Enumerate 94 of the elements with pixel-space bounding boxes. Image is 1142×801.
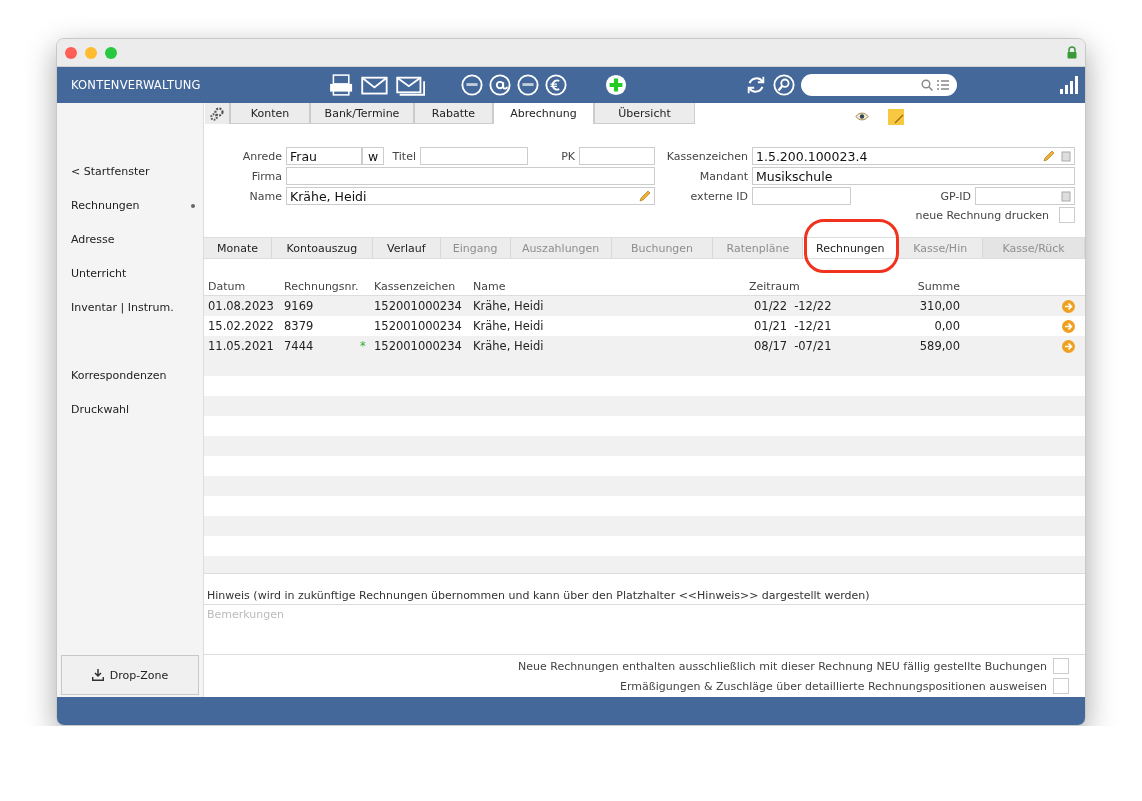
tab[interactable]: Übersicht [594,103,695,124]
column-header: Name [473,279,507,293]
field-label: Anrede [241,149,283,163]
field-label: Titel [391,149,417,163]
list-icon[interactable] [937,80,950,90]
sidebar-item[interactable]: Rechnungen [57,193,203,227]
input-field[interactable]: w [362,147,384,165]
table-cell: -12/21 [794,319,832,333]
tab[interactable]: Bank/Termine [310,103,414,124]
input-field[interactable]: Frau [286,147,362,165]
pencil-icon [639,190,651,202]
checkbox[interactable] [1059,207,1075,223]
tab[interactable]: Abrechnung [493,103,594,124]
gears-icon[interactable] [210,106,224,121]
printer-icon[interactable] [329,74,354,96]
table-cell-text: 152001000234 [374,339,463,353]
sidebar-item[interactable]: Adresse [57,227,203,261]
option-label: Neue Rechnungen enthalten ausschließlich mit dieser Rechnung NEU fällig gestellte Buchungen [518,659,1047,673]
tab[interactable]: Rabatte [414,103,493,124]
table-cell-text: 0,00 [933,319,960,333]
table-cell-text: 01.08.2023 [207,299,275,313]
sidebar-item[interactable]: Korrespondenzen [57,363,203,397]
input-field[interactable]: Musikschule [752,167,1075,185]
checkbox[interactable] [1053,658,1069,674]
lock-icon [1067,46,1077,59]
field-label: neue Rechnung drucken [915,208,1050,222]
arrow-circle-icon[interactable] [1062,319,1075,333]
input-field[interactable] [286,167,655,185]
window-title: KONTENVERWALTUNG [71,78,202,92]
column-header: Rechnungsnr. [284,279,360,293]
table-cell-text: 310,00 [918,299,960,313]
add-icon[interactable] [605,74,628,96]
field-label: GP-ID [939,189,972,203]
field-label: Firma [250,169,283,183]
note-mark: * [360,339,367,353]
window-control[interactable] [105,46,117,59]
drop-zone-button[interactable]: Drop-Zone [61,655,199,695]
pencil-icon [1043,150,1055,162]
table-cell-text: Krähe, Heidi [473,299,545,313]
table-cell-text: 7444 [284,339,315,353]
note-icon[interactable] [887,107,905,126]
table-cell-text: 11.05.2021 [207,339,275,353]
eye-icon[interactable] [855,112,869,121]
euro-icon[interactable] [545,74,568,96]
field-label: Mandant [698,169,749,183]
input-field[interactable]: 1.5.200.100023.4 [752,147,1075,165]
tab[interactable]: Konten [230,103,310,124]
input-field[interactable]: Krähe, Heidi [286,187,655,205]
table-cell: -12/22 [794,299,832,313]
field-label: externe ID [689,189,749,203]
sidebar-item[interactable]: Unterricht [57,261,203,295]
mail-icon[interactable] [361,74,389,96]
document-icon [1061,150,1071,162]
table-cell: 01/21 [754,319,788,333]
table-cell-text: 9169 [284,299,315,313]
tab[interactable]: Rechnungen [803,238,899,258]
table-cell-text: 8379 [284,319,315,333]
input-field[interactable] [975,187,1075,205]
checkbox[interactable] [1053,678,1069,694]
arrow-circle-icon[interactable] [1062,339,1075,353]
arrow-circle-icon[interactable] [1062,299,1075,313]
table-cell: 08/17 [754,339,788,353]
field-label: PK [560,149,576,163]
window-control[interactable] [65,46,77,59]
table-cell-text: 15.02.2022 [207,319,275,333]
field-label: Kassenzeichen [665,149,749,163]
signal-icon [1059,75,1079,95]
table-cell: 01/22 [754,299,788,313]
input-field[interactable] [752,187,851,205]
mail-stack-icon[interactable] [396,74,426,96]
sidebar-item[interactable]: < Startfenster [57,159,203,193]
column-header: Zeitraum [749,279,801,293]
download-icon [91,669,104,681]
field-label: Name [248,189,283,203]
sidebar-item[interactable]: Druckwahl [57,397,203,431]
table-cell-text: Krähe, Heidi [473,339,545,353]
at-sign-icon[interactable] [489,74,512,96]
column-header: Summe [916,279,960,293]
column-header: Datum [207,279,247,293]
search-icon[interactable] [773,74,796,96]
table-cell-text: 152001000234 [374,299,463,313]
table-cell-text: Krähe, Heidi [473,319,545,333]
search-icon[interactable] [921,79,934,91]
option-label: Ermäßigungen & Zuschläge über detaillierte Rechnungspositionen ausweisen [620,679,1047,693]
sidebar-item[interactable]: Inventar | Instrum. [57,295,203,329]
remarks-field[interactable]: Bemerkungen [204,605,1085,655]
table-cell-text: 152001000234 [374,319,463,333]
table-cell-text: 589,00 [918,339,960,353]
document-icon [1061,190,1071,202]
search-field[interactable] [801,74,958,96]
column-header: Kassenzeichen [374,279,457,293]
input-field[interactable] [579,147,655,165]
input-field[interactable] [420,147,528,165]
table-cell: -07/21 [794,339,832,353]
